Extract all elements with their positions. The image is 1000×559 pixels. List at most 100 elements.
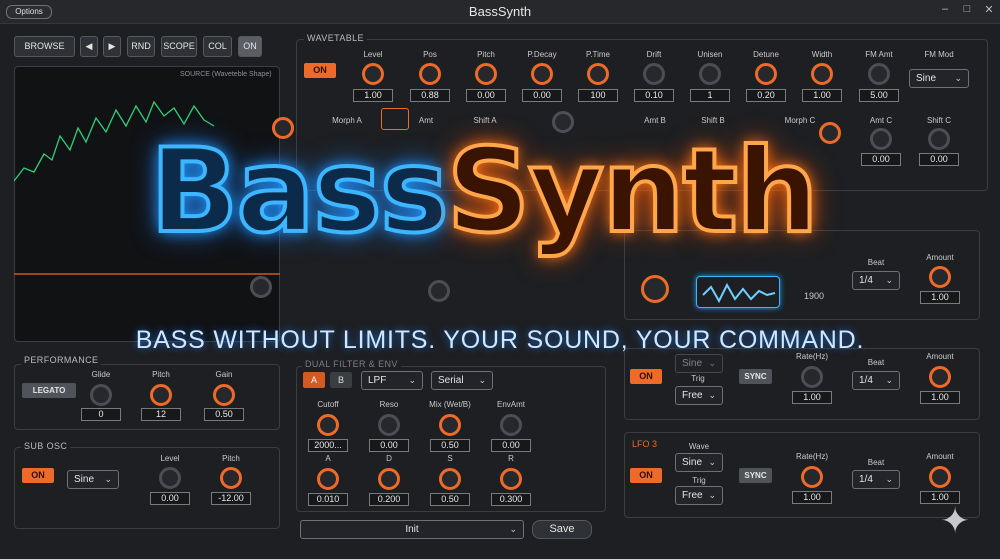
decay-value[interactable]: 0.200 [369,493,409,506]
glide-value[interactable]: 0 [81,408,121,421]
pitch-time-knob[interactable] [587,63,609,85]
env-amount-value[interactable]: 0.00 [491,439,531,452]
lfo-1-amount-knob[interactable] [929,266,951,288]
sustain-knob[interactable] [439,468,461,490]
pitch-decay-value[interactable]: 0.00 [522,89,562,102]
sub-pitch-value[interactable]: -12.00 [211,492,251,505]
lfo-1-amount-value[interactable]: 1.00 [920,291,960,304]
lfo-2-trig-dropdown[interactable]: Free ⌄ [675,386,723,405]
maximize-icon[interactable]: □ [960,3,974,19]
scope-button[interactable]: SCOPE [161,36,197,57]
lfo-2-wave-dropdown[interactable]: Sine ⌄ [675,354,723,373]
lfo-3-title: LFO 3 [632,439,658,449]
lfo-3-sync-button[interactable]: SYNC [739,468,772,483]
fm-amount-value[interactable]: 5.00 [859,89,899,102]
gain-value[interactable]: 0.50 [204,408,244,421]
lfo-2-rate-knob[interactable] [801,366,823,388]
unison-knob[interactable] [699,63,721,85]
amount-c-value[interactable]: 0.00 [861,153,901,166]
lfo-3-amount-knob[interactable] [929,466,951,488]
cutoff-knob[interactable] [317,414,339,436]
release-knob[interactable] [500,468,522,490]
mix-value[interactable]: 0.50 [430,439,470,452]
next-preset-button[interactable]: ▶ [103,36,121,57]
lfo-2-rate-value[interactable]: 1.00 [792,391,832,404]
sub-osc-wave-dropdown[interactable]: Sine ⌄ [67,470,119,489]
fm-amount-knob[interactable] [868,63,890,85]
decay-knob[interactable] [378,468,400,490]
lfo-2-beat-dropdown[interactable]: 1/4 ⌄ [852,371,900,390]
lfo-3-rate-knob[interactable] [801,466,823,488]
level-knob[interactable] [362,63,384,85]
pos-knob[interactable] [419,63,441,85]
env-amount-knob[interactable] [500,414,522,436]
sustain-value[interactable]: 0.50 [430,493,470,506]
sub-level-knob[interactable] [159,467,181,489]
morph-c-knob[interactable] [819,122,841,144]
drift-value[interactable]: 0.10 [634,89,674,102]
lfo-3-on-button[interactable]: ON [630,468,662,483]
lfo-2-amount-knob[interactable] [929,366,951,388]
filter-tab-b[interactable]: B [330,372,352,388]
sub-level-value[interactable]: 0.00 [150,492,190,505]
shift-c-value[interactable]: 0.00 [919,153,959,166]
pitch-value[interactable]: 0.00 [466,89,506,102]
lfo-3-wave-dropdown[interactable]: Sine ⌄ [675,453,723,472]
wavetable-on-button[interactable]: ON [304,63,336,78]
width-knob[interactable] [811,63,833,85]
sub-osc-on-button[interactable]: ON [22,468,54,483]
pitch-knob[interactable] [475,63,497,85]
prev-preset-button[interactable]: ◀ [80,36,98,57]
amount-c-knob[interactable] [870,128,892,150]
cutoff-value[interactable]: 2000... [308,439,348,452]
filter-drive-knob[interactable] [250,276,272,298]
reso-value[interactable]: 0.00 [369,439,409,452]
detune-value[interactable]: 0.20 [746,89,786,102]
lfo-2-sync-button[interactable]: SYNC [739,369,772,384]
shift-c-knob[interactable] [928,128,950,150]
lfo-3-beat-dropdown[interactable]: 1/4 ⌄ [852,470,900,489]
fm-mod-dropdown[interactable]: Sine ⌄ [909,69,969,88]
glide-knob[interactable] [90,384,112,406]
random-button[interactable]: RND [127,36,155,57]
level-value[interactable]: 1.00 [353,89,393,102]
lfo-3-rate-value[interactable]: 1.00 [792,491,832,504]
perf-pitch-knob[interactable] [150,384,172,406]
unison-value[interactable]: 1 [690,89,730,102]
pitch-decay-knob[interactable] [531,63,553,85]
color-button[interactable]: COL [203,36,232,57]
lfo-3-trig-dropdown[interactable]: Free ⌄ [675,486,723,505]
lfo-2-on-button[interactable]: ON [630,369,662,384]
reso-knob[interactable] [378,414,400,436]
filter-mix-knob[interactable] [428,280,450,302]
save-button[interactable]: Save [532,520,592,539]
attack-value[interactable]: 0.010 [308,493,348,506]
mix-knob[interactable] [439,414,461,436]
perf-pitch-value[interactable]: 12 [141,408,181,421]
power-on-button[interactable]: ON [238,36,262,57]
browse-button[interactable]: BROWSE [14,36,75,57]
detune-knob[interactable] [755,63,777,85]
performance-title: PERFORMANCE [21,355,102,365]
release-value[interactable]: 0.300 [491,493,531,506]
pitch-time-value[interactable]: 100 [578,89,618,102]
gain-knob[interactable] [213,384,235,406]
legato-button[interactable]: LEGATO [22,383,76,398]
drift-knob[interactable] [643,63,665,85]
lfo-1-rate-knob[interactable] [641,275,669,303]
width-value[interactable]: 1.00 [802,89,842,102]
filter-routing-dropdown[interactable]: Serial ⌄ [431,371,493,390]
lfo-2-amount-value[interactable]: 1.00 [920,391,960,404]
attack-knob[interactable] [317,468,339,490]
minimize-icon[interactable]: – [938,3,952,19]
close-icon[interactable]: ✕ [982,3,996,19]
filter-tab-a[interactable]: A [303,372,325,388]
sub-osc-title: SUB OSC [21,441,71,451]
lfo-1-beat-dropdown[interactable]: 1/4 ⌄ [852,271,900,290]
pos-value[interactable]: 0.88 [410,89,450,102]
sub-pitch-knob[interactable] [220,467,242,489]
filter-type-dropdown[interactable]: LPF ⌄ [361,371,423,390]
lfo-1-rate-value[interactable]: 1900 [794,291,834,301]
options-button[interactable]: Options [6,5,52,19]
preset-dropdown[interactable]: Init ⌄ [300,520,524,539]
